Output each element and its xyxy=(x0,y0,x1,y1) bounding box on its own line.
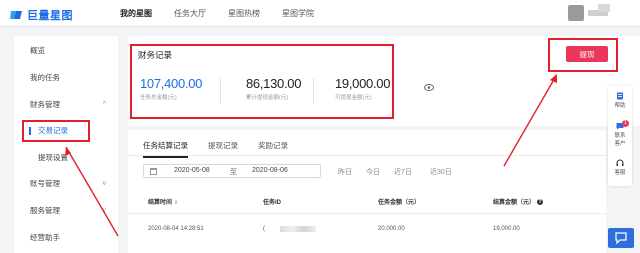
help-doc-icon xyxy=(617,92,623,100)
sidebar-item-transactions[interactable]: 交易记录 xyxy=(14,124,118,138)
floating-toolbar: 帮助 1 联系 客户 客服 xyxy=(608,86,632,186)
sidebar-item-finance[interactable]: 财务管理 ^ xyxy=(14,98,118,112)
nav-academy[interactable]: 星图学院 xyxy=(282,0,314,27)
stat-total-task-amount: 107,400.00 任务总金额(元) xyxy=(140,76,202,101)
top-bar: 巨量星图 我的星图 任务大厅 星图热榜 星图学院 xyxy=(0,0,640,27)
quick-yesterday[interactable]: 昨日 xyxy=(338,167,352,177)
sidebar-item-label: 概览 xyxy=(30,46,45,55)
col-label: 任务ID xyxy=(263,200,282,206)
col-label: 结算金额（元） xyxy=(493,200,536,206)
help-icon[interactable]: ? xyxy=(537,199,544,206)
stat-label: 累计提现金额(元) xyxy=(246,95,289,101)
stat-available: 19,000.00 可提现金额(元) xyxy=(335,76,390,101)
sidebar-item-label: 经营助手 xyxy=(30,233,60,242)
col-settle-amount: 结算金额（元）? xyxy=(493,197,544,206)
chevron-down-icon: v xyxy=(102,180,107,187)
date-range-picker[interactable]: 2020-05-08 至 2020-08-06 xyxy=(143,164,321,178)
service-button[interactable]: 客服 xyxy=(608,159,632,176)
stat-label: 可提现金额(元) xyxy=(335,95,372,101)
sidebar-item-assistant[interactable]: 经营助手 xyxy=(14,231,118,245)
divider xyxy=(220,78,221,104)
notification-badge: 1 xyxy=(622,120,629,127)
finance-card: 财务记录 107,400.00 任务总金额(元) 86,130.00 累计提现金… xyxy=(128,36,640,126)
col-settle-time[interactable]: 结算时间 ⇕ xyxy=(148,197,178,206)
divider xyxy=(128,155,606,156)
sidebar-item-label: 财务管理 xyxy=(30,100,60,109)
stat-label: 任务总金额(元) xyxy=(140,95,177,101)
sidebar-item-label: 我的任务 xyxy=(30,73,60,82)
sidebar-item-label: 账号管理 xyxy=(30,179,60,188)
help-button[interactable]: 帮助 xyxy=(608,92,632,109)
quick-7days[interactable]: 近7日 xyxy=(394,167,412,177)
cell-settle-time: 2020-08-04 14:28:51 xyxy=(148,226,204,232)
sidebar: 概览 我的任务 财务管理 ^ 交易记录 提现设置 账号管理 v 服务管理 v 经营助手 xyxy=(14,36,118,253)
headset-icon xyxy=(616,159,624,166)
date-end-input[interactable]: 2020-08-06 xyxy=(252,167,288,174)
records-panel: 任务结算记录 提现记录 奖励记录 2020-05-08 至 2020-08-06… xyxy=(128,130,606,253)
col-label: 任务金额（元） xyxy=(378,200,421,206)
col-task-id: 任务ID xyxy=(263,197,281,206)
stat-value: 19,000.00 xyxy=(335,76,391,91)
main-nav: 我的星图 任务大厅 星图热榜 星图学院 xyxy=(120,0,336,27)
withdraw-button[interactable]: 提现 xyxy=(566,46,608,62)
date-start-input[interactable]: 2020-05-08 xyxy=(174,167,210,174)
divider xyxy=(313,78,314,104)
sidebar-item-label: 服务管理 xyxy=(30,206,60,215)
col-task-amount: 任务金额（元） xyxy=(378,197,420,206)
sort-icon[interactable]: ⇕ xyxy=(174,200,178,206)
divider xyxy=(128,213,606,214)
sidebar-item-label: 提现设置 xyxy=(38,153,68,162)
sidebar-item-overview[interactable]: 概览 xyxy=(14,44,118,58)
quick-30days[interactable]: 近30日 xyxy=(430,167,452,177)
sidebar-item-withdraw-settings[interactable]: 提现设置 xyxy=(14,151,118,165)
calendar-icon xyxy=(150,168,157,175)
date-separator: 至 xyxy=(230,169,237,176)
sidebar-item-account[interactable]: 账号管理 v xyxy=(14,177,118,191)
service-label: 客服 xyxy=(614,170,626,176)
cell-task-id-blurred xyxy=(280,226,316,232)
chevron-down-icon: v xyxy=(102,207,107,214)
sidebar-item-label: 交易记录 xyxy=(38,126,68,135)
eye-icon[interactable] xyxy=(424,84,434,91)
nav-hot-list[interactable]: 星图热榜 xyxy=(228,0,260,27)
contact-button[interactable]: 1 联系 客户 xyxy=(608,120,632,147)
nav-task-hall[interactable]: 任务大厅 xyxy=(174,0,206,27)
stat-withdrawn: 86,130.00 累计提现金额(元) xyxy=(246,76,301,101)
chevron-up-icon: ^ xyxy=(102,101,106,108)
chat-launcher-button[interactable] xyxy=(608,228,634,248)
sidebar-item-service[interactable]: 服务管理 v xyxy=(14,204,118,218)
avatar[interactable] xyxy=(568,5,584,21)
table-header: 结算时间 ⇕ 任务ID 任务金额（元） 结算金额（元）? xyxy=(128,192,606,210)
chat-bubble-icon xyxy=(615,232,627,245)
contact-label: 联系 客户 xyxy=(614,133,626,147)
sidebar-item-my-tasks[interactable]: 我的任务 xyxy=(14,71,118,85)
quick-today[interactable]: 今日 xyxy=(366,167,380,177)
logo[interactable]: 巨量星图 xyxy=(10,7,73,23)
cell-task-id-prefix: ( xyxy=(263,226,265,232)
cell-settle-amount: 19,000.00 xyxy=(493,226,520,232)
logo-text: 巨量星图 xyxy=(27,10,73,22)
logo-icon xyxy=(10,11,22,19)
help-label: 帮助 xyxy=(614,103,626,109)
cell-task-amount: 20,000.00 xyxy=(378,226,405,232)
col-label: 结算时间 xyxy=(148,200,173,206)
nav-my-xingtu[interactable]: 我的星图 xyxy=(120,0,152,27)
user-menu-blurred[interactable] xyxy=(598,4,610,12)
finance-title: 财务记录 xyxy=(138,50,173,60)
stat-value: 86,130.00 xyxy=(246,76,302,91)
stat-value: 107,400.00 xyxy=(140,76,203,91)
